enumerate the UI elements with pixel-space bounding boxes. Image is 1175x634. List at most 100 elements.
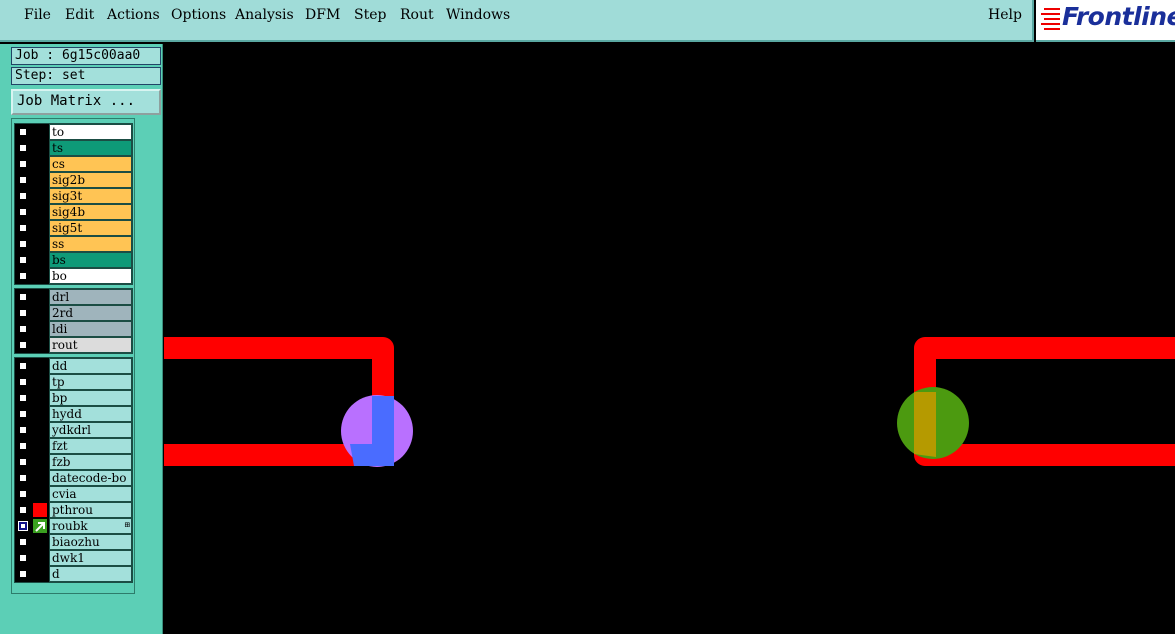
- layer-row-dd[interactable]: dd: [15, 358, 132, 374]
- layer-color-swatch[interactable]: [33, 306, 47, 320]
- menu-windows[interactable]: Windows: [446, 7, 510, 23]
- layer-row-rout[interactable]: rout: [15, 337, 132, 353]
- menu-step[interactable]: Step: [354, 7, 386, 23]
- job-matrix-button[interactable]: Job Matrix ...: [11, 89, 161, 115]
- layer-color-swatch[interactable]: [33, 189, 47, 203]
- layer-row-ydkdrl[interactable]: ydkdrl: [15, 422, 132, 438]
- menu-analysis[interactable]: Analysis: [235, 7, 294, 23]
- layer-name[interactable]: dd: [49, 358, 132, 374]
- layer-checkbox[interactable]: [18, 175, 28, 185]
- layer-row-sig3t[interactable]: sig3t: [15, 188, 132, 204]
- layer-checkbox[interactable]: [18, 324, 28, 334]
- layer-color-swatch[interactable]: [33, 423, 47, 437]
- layer-row-roubk[interactable]: roubk ⊞: [15, 518, 132, 534]
- layer-name[interactable]: dwk1: [49, 550, 132, 566]
- menu-dfm[interactable]: DFM: [305, 7, 340, 23]
- layer-name[interactable]: d: [49, 566, 132, 582]
- layer-name[interactable]: bp: [49, 390, 132, 406]
- layer-checkbox[interactable]: [18, 159, 28, 169]
- layer-checkbox[interactable]: [18, 207, 28, 217]
- layer-name[interactable]: cs: [49, 156, 132, 172]
- layer-color-swatch[interactable]: [33, 439, 47, 453]
- layer-checkbox[interactable]: [18, 457, 28, 467]
- layer-color-swatch[interactable]: [33, 253, 47, 267]
- layer-name[interactable]: drl: [49, 289, 132, 305]
- layer-name[interactable]: sig5t: [49, 220, 132, 236]
- layer-color-swatch[interactable]: [33, 487, 47, 501]
- layer-row-ldi[interactable]: ldi: [15, 321, 132, 337]
- layer-checkbox[interactable]: [18, 569, 28, 579]
- menu-options[interactable]: Options: [171, 7, 226, 23]
- layer-name[interactable]: ts: [49, 140, 132, 156]
- menu-rout[interactable]: Rout: [400, 7, 434, 23]
- layer-checkbox[interactable]: [18, 223, 28, 233]
- menu-actions[interactable]: Actions: [107, 7, 160, 23]
- layer-row-bs[interactable]: bs: [15, 252, 132, 268]
- layer-name[interactable]: ldi: [49, 321, 132, 337]
- layer-checkbox[interactable]: [18, 127, 28, 137]
- layer-color-swatch[interactable]: [33, 338, 47, 352]
- layer-color-swatch[interactable]: [33, 221, 47, 235]
- layer-name[interactable]: rout: [49, 337, 132, 353]
- layer-checkbox[interactable]: [18, 505, 28, 515]
- layer-name[interactable]: bo: [49, 268, 132, 284]
- menu-edit[interactable]: Edit: [65, 7, 94, 23]
- menu-file[interactable]: File: [24, 7, 51, 23]
- layer-name[interactable]: sig3t: [49, 188, 132, 204]
- layer-color-swatch[interactable]: [33, 237, 47, 251]
- layer-checkbox[interactable]: [18, 489, 28, 499]
- layer-name[interactable]: hydd: [49, 406, 132, 422]
- layer-name[interactable]: to: [49, 124, 132, 140]
- layer-row-cvia[interactable]: cvia: [15, 486, 132, 502]
- layer-color-swatch[interactable]: [33, 407, 47, 421]
- layer-checkbox[interactable]: [18, 521, 28, 531]
- layer-checkbox[interactable]: [18, 361, 28, 371]
- layer-row-fzb[interactable]: fzb: [15, 454, 132, 470]
- layer-row-hydd[interactable]: hydd: [15, 406, 132, 422]
- layer-name[interactable]: pthrou: [49, 502, 132, 518]
- layer-color-swatch[interactable]: [33, 375, 47, 389]
- layer-checkbox[interactable]: [18, 292, 28, 302]
- layer-row-to[interactable]: to: [15, 124, 132, 140]
- layer-checkbox[interactable]: [18, 308, 28, 318]
- layer-color-swatch[interactable]: [33, 455, 47, 469]
- layer-row-drl[interactable]: drl: [15, 289, 132, 305]
- layer-checkbox[interactable]: [18, 271, 28, 281]
- graphics-canvas[interactable]: [164, 44, 1175, 634]
- layer-name[interactable]: sig4b: [49, 204, 132, 220]
- pcb-view[interactable]: [164, 44, 1175, 634]
- layer-checkbox[interactable]: [18, 255, 28, 265]
- layer-row-bp[interactable]: bp: [15, 390, 132, 406]
- layer-name[interactable]: biaozhu: [49, 534, 132, 550]
- layer-name[interactable]: cvia: [49, 486, 132, 502]
- layer-name[interactable]: datecode-bo: [49, 470, 132, 486]
- layer-name[interactable]: ydkdrl: [49, 422, 132, 438]
- layer-row-ts[interactable]: ts: [15, 140, 132, 156]
- layer-color-swatch[interactable]: [33, 141, 47, 155]
- menu-help[interactable]: Help: [988, 7, 1022, 23]
- layer-checkbox[interactable]: [18, 425, 28, 435]
- layer-name[interactable]: roubk: [49, 518, 132, 534]
- layer-row-bo[interactable]: bo: [15, 268, 132, 284]
- layer-row-sig5t[interactable]: sig5t: [15, 220, 132, 236]
- layer-row-2rd[interactable]: 2rd: [15, 305, 132, 321]
- layer-checkbox[interactable]: [18, 191, 28, 201]
- layer-name[interactable]: tp: [49, 374, 132, 390]
- layer-color-swatch[interactable]: [33, 503, 47, 517]
- layer-name[interactable]: 2rd: [49, 305, 132, 321]
- layer-color-swatch[interactable]: [33, 391, 47, 405]
- layer-name[interactable]: fzt: [49, 438, 132, 454]
- layer-checkbox[interactable]: [18, 441, 28, 451]
- layer-color-swatch[interactable]: [33, 269, 47, 283]
- layer-row-sig4b[interactable]: sig4b: [15, 204, 132, 220]
- layer-name[interactable]: fzb: [49, 454, 132, 470]
- layer-color-swatch[interactable]: [33, 157, 47, 171]
- layer-color-swatch[interactable]: [33, 173, 47, 187]
- layer-row-sig2b[interactable]: sig2b: [15, 172, 132, 188]
- active-layer-arrow-icon[interactable]: [33, 519, 47, 533]
- layer-row-cs[interactable]: cs: [15, 156, 132, 172]
- layer-row-fzt[interactable]: fzt: [15, 438, 132, 454]
- layer-name[interactable]: ss: [49, 236, 132, 252]
- layer-row-biaozhu[interactable]: biaozhu: [15, 534, 132, 550]
- layer-row-ss[interactable]: ss: [15, 236, 132, 252]
